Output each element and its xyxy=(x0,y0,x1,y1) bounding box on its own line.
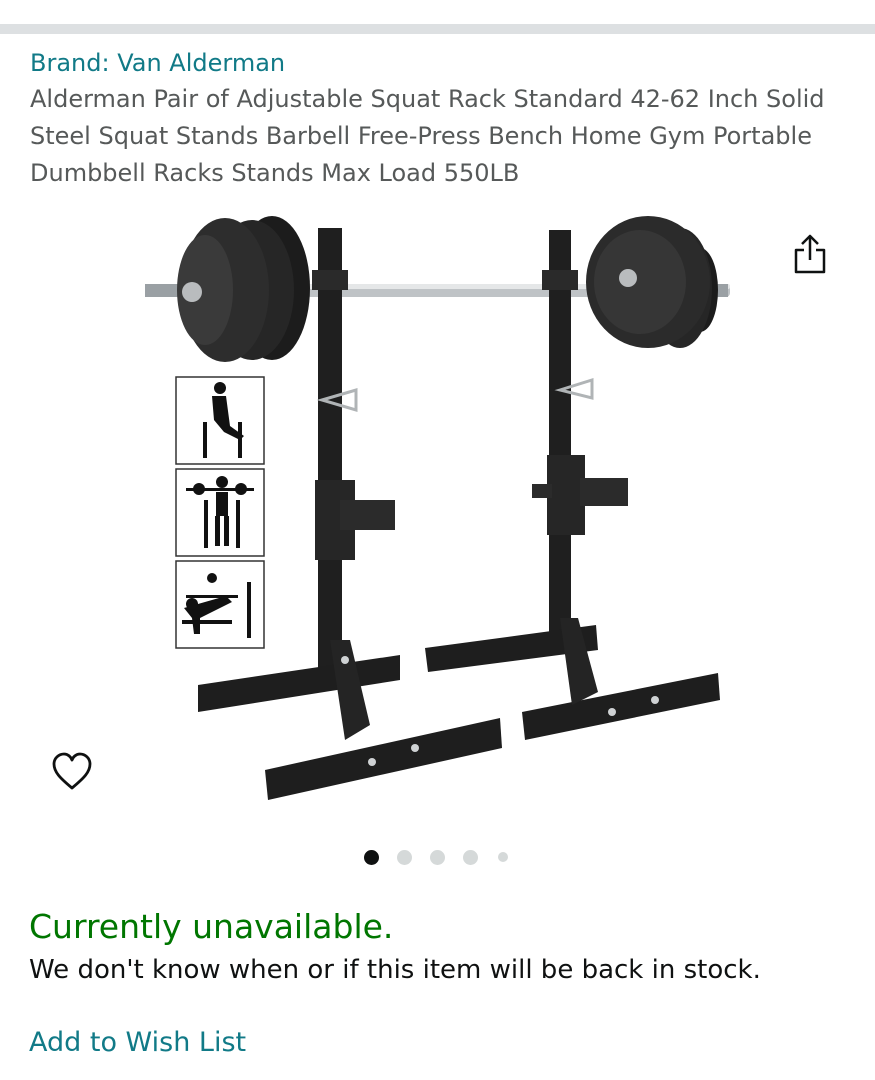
product-image xyxy=(145,216,730,800)
carousel-dot-4[interactable] xyxy=(463,849,478,865)
availability-status: Currently unavailable. xyxy=(29,907,394,946)
carousel-dot-5[interactable] xyxy=(498,852,508,862)
carousel-dot-1[interactable] xyxy=(364,849,379,865)
product-image-carousel[interactable] xyxy=(0,200,875,830)
product-title: Alderman Pair of Adjustable Squat Rack S… xyxy=(30,85,825,187)
add-to-favorites-button[interactable] xyxy=(50,750,94,794)
carousel-dot-2[interactable] xyxy=(397,849,412,865)
top-divider-bar xyxy=(0,24,875,34)
availability-message: We don't know when or if this item will … xyxy=(29,955,761,985)
share-button[interactable] xyxy=(790,232,830,276)
heart-icon xyxy=(52,752,92,790)
share-icon xyxy=(794,234,826,274)
add-to-wish-list-link[interactable]: Add to Wish List xyxy=(29,1024,246,1062)
brand-link[interactable]: Brand: Van Alderman xyxy=(30,46,285,80)
image-pagination-dots[interactable] xyxy=(364,849,526,865)
carousel-dot-3[interactable] xyxy=(430,849,445,865)
